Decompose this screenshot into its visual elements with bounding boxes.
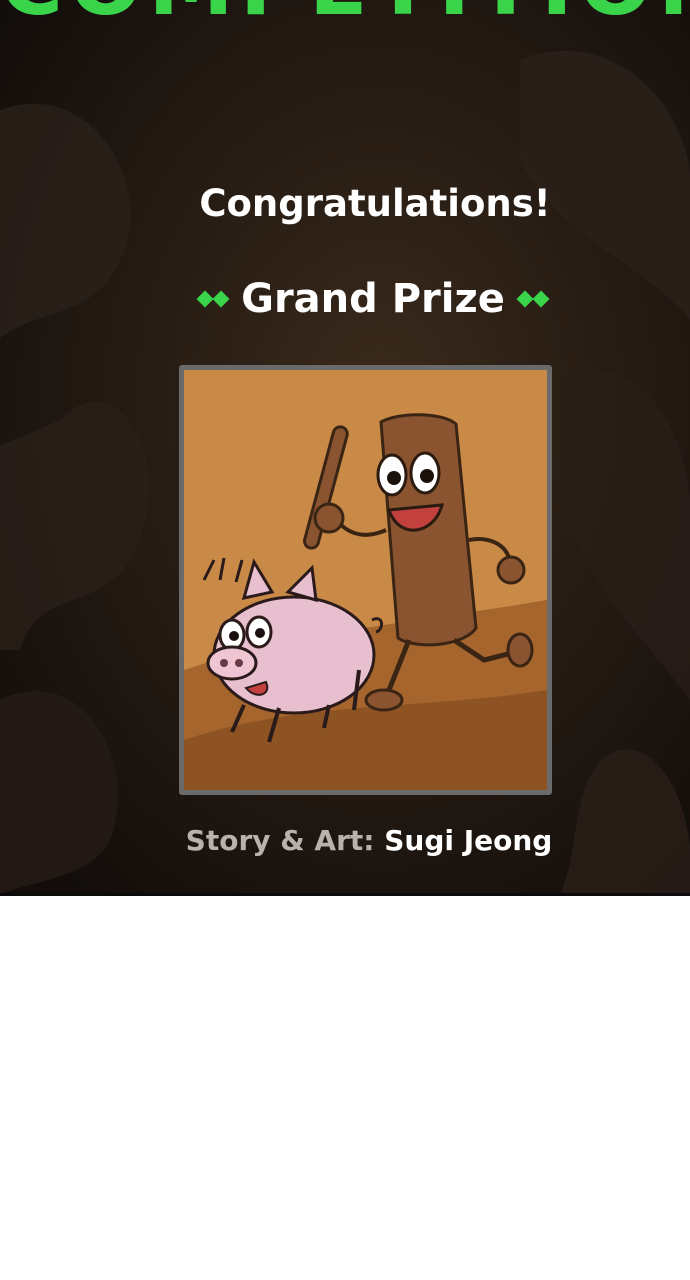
congratulations-text: Congratulations!: [199, 182, 551, 225]
credit-name: Sugi Jeong: [384, 824, 553, 857]
right-diamonds-icon: [516, 290, 550, 308]
left-diamonds-icon: [196, 290, 230, 308]
prize-row: Grand Prize: [0, 276, 690, 322]
award-banner: COMPETITION Congratulations! Grand Prize: [0, 0, 690, 895]
competition-headline: COMPETITION: [0, 0, 690, 28]
artwork-frame: [179, 365, 552, 795]
grand-prize-title: Grand Prize: [241, 276, 505, 322]
credit-line: Story & Art: Sugi Jeong: [0, 824, 690, 857]
artwork-image: [184, 370, 547, 790]
divider: [0, 893, 690, 896]
credit-label: Story & Art:: [185, 824, 375, 857]
